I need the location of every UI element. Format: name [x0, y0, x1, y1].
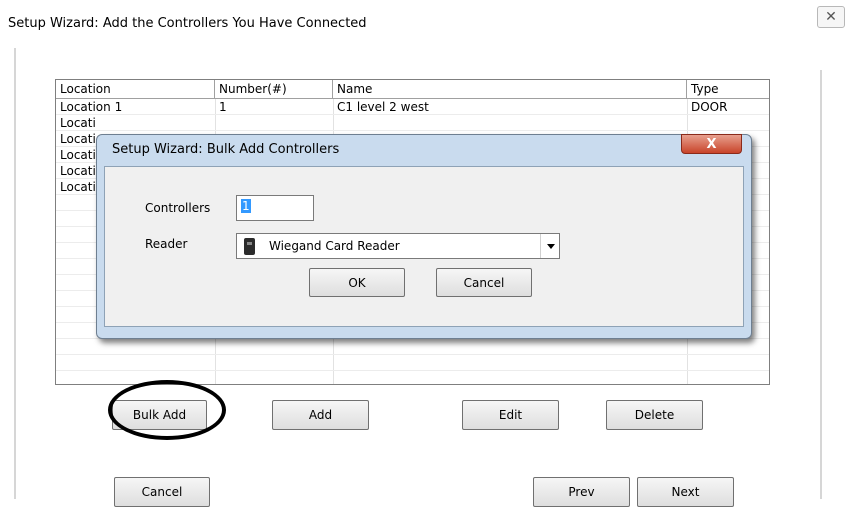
table-cell-type: DOOR: [691, 100, 728, 114]
edit-button[interactable]: Edit: [462, 400, 559, 430]
next-button[interactable]: Next: [637, 477, 734, 507]
table-row[interactable]: Locati: [56, 115, 769, 131]
controllers-label: Controllers: [145, 201, 211, 215]
table-cell-location: Locati: [60, 116, 96, 130]
table-row[interactable]: [56, 355, 769, 371]
controllers-value: 1: [241, 199, 251, 213]
table-row[interactable]: [56, 339, 769, 355]
reader-select[interactable]: Wiegand Card Reader: [236, 233, 560, 259]
ok-button[interactable]: OK: [309, 268, 405, 297]
reader-selected-value: Wiegand Card Reader: [269, 239, 400, 253]
table-row[interactable]: Location 1 1 C1 level 2 west DOOR: [56, 99, 769, 115]
table-cell-type: [687, 115, 769, 131]
dialog-close-button[interactable]: X: [681, 134, 742, 154]
table-cell-number: [215, 115, 333, 131]
window-close-button[interactable]: ✕: [817, 6, 845, 28]
column-header-name[interactable]: Name: [333, 80, 687, 99]
controllers-input[interactable]: 1: [236, 195, 314, 221]
column-header-number[interactable]: Number(#): [215, 80, 333, 99]
table-cell-location: Location 1: [60, 100, 123, 114]
reader-label: Reader: [145, 237, 188, 251]
window-frame-right: [820, 70, 822, 499]
window-title: Setup Wizard: Add the Controllers You Ha…: [8, 16, 367, 31]
chevron-down-icon[interactable]: [540, 234, 560, 258]
table-cell-name: [333, 115, 687, 131]
window-frame-left: [14, 48, 16, 499]
dialog-cancel-button[interactable]: Cancel: [436, 268, 532, 297]
table-cell-name: C1 level 2 west: [337, 100, 429, 114]
prev-button[interactable]: Prev: [533, 477, 630, 507]
column-header-type[interactable]: Type: [687, 80, 769, 99]
delete-button[interactable]: Delete: [606, 400, 703, 430]
column-header-location[interactable]: Location: [56, 80, 215, 99]
cancel-button[interactable]: Cancel: [114, 477, 210, 507]
card-reader-icon: [244, 238, 255, 255]
add-button[interactable]: Add: [272, 400, 369, 430]
highlight-circle-annotation: [108, 380, 226, 440]
table-cell-number: 1: [219, 100, 227, 114]
dialog-title: Setup Wizard: Bulk Add Controllers: [112, 142, 340, 157]
